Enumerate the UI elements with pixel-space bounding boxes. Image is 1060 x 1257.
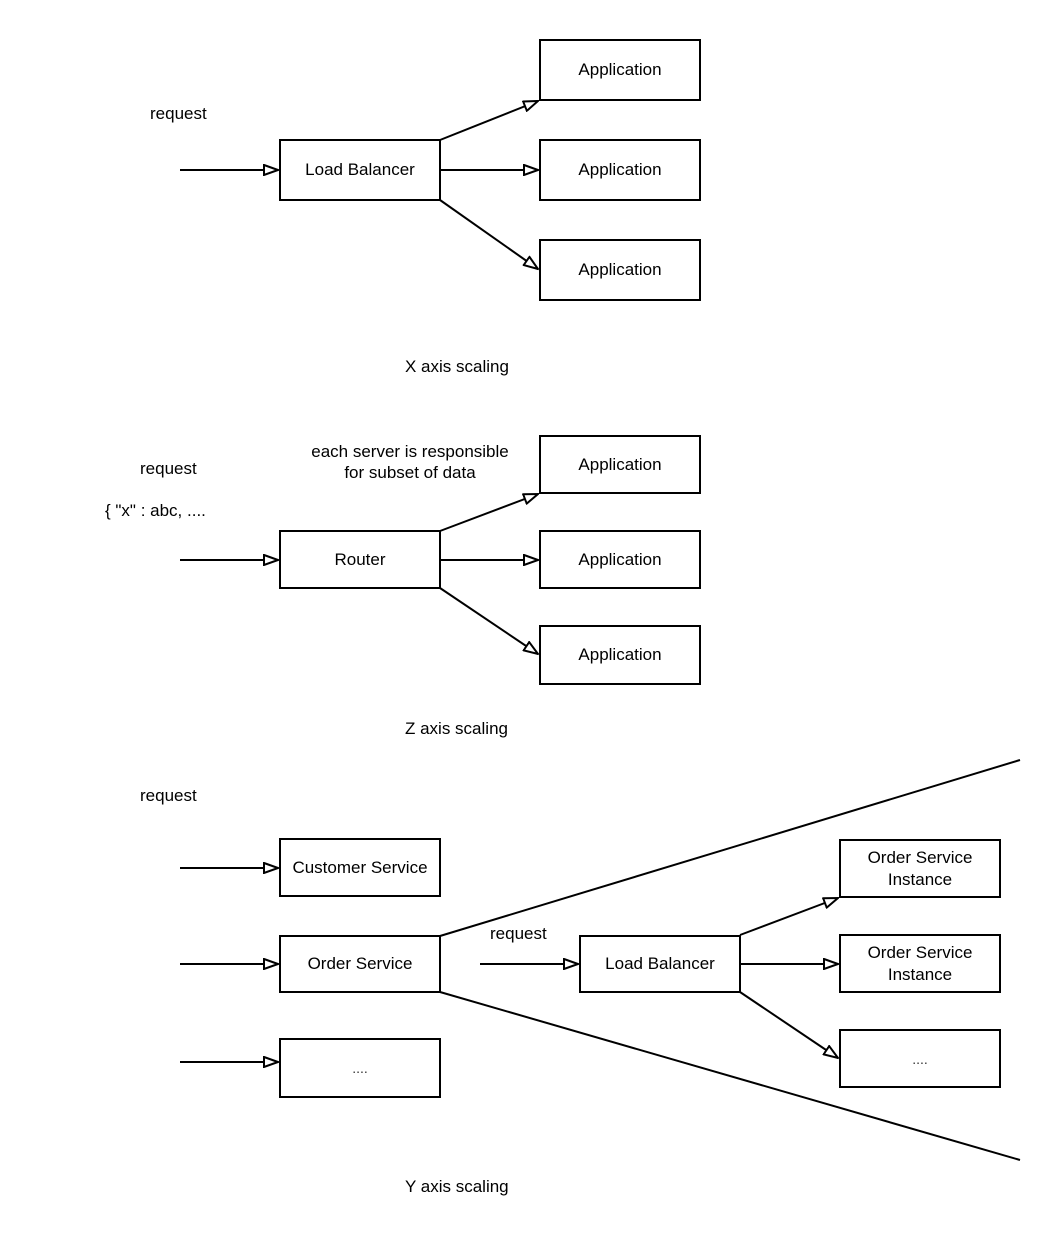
order-service-instance-more-box[interactable]: ....: [839, 1029, 1001, 1088]
order-service-box[interactable]: Order Service: [279, 935, 441, 993]
z-axis-caption: Z axis scaling: [405, 719, 508, 738]
order-service-instance-box[interactable]: Order Service Instance: [839, 934, 1001, 993]
z-application-box[interactable]: Application: [539, 530, 701, 589]
y-lb-to-instance-3-arrow: [739, 991, 838, 1058]
y-lb-to-instance-1-arrow: [739, 898, 838, 936]
y-load-balancer-box[interactable]: Load Balancer: [579, 935, 741, 993]
z-request-label: request: [140, 459, 197, 478]
x-application-box[interactable]: Application: [539, 39, 701, 101]
z-router-to-app-3-arrow: [439, 587, 538, 654]
order-service-instance-box[interactable]: Order Service Instance: [839, 839, 1001, 898]
y-inner-request-label: request: [490, 924, 547, 943]
x-lb-to-app-3-arrow: [439, 199, 538, 269]
z-router-to-app-1-arrow: [439, 494, 538, 532]
x-application-box[interactable]: Application: [539, 139, 701, 201]
x-lb-to-app-1-arrow: [439, 101, 538, 141]
x-application-box[interactable]: Application: [539, 239, 701, 301]
y-axis-caption: Y axis scaling: [405, 1177, 509, 1196]
customer-service-box[interactable]: Customer Service: [279, 838, 441, 897]
z-request-payload: { "x" : abc, ....: [105, 501, 206, 520]
x-request-label: request: [150, 104, 207, 123]
z-application-box[interactable]: Application: [539, 435, 701, 494]
x-axis-caption: X axis scaling: [405, 357, 509, 376]
x-load-balancer-box[interactable]: Load Balancer: [279, 139, 441, 201]
z-partition-note: each server is responsible for subset of…: [311, 442, 509, 482]
z-application-box[interactable]: Application: [539, 625, 701, 685]
z-router-box[interactable]: Router: [279, 530, 441, 589]
y-request-label: request: [140, 786, 197, 805]
other-service-box[interactable]: ....: [279, 1038, 441, 1098]
